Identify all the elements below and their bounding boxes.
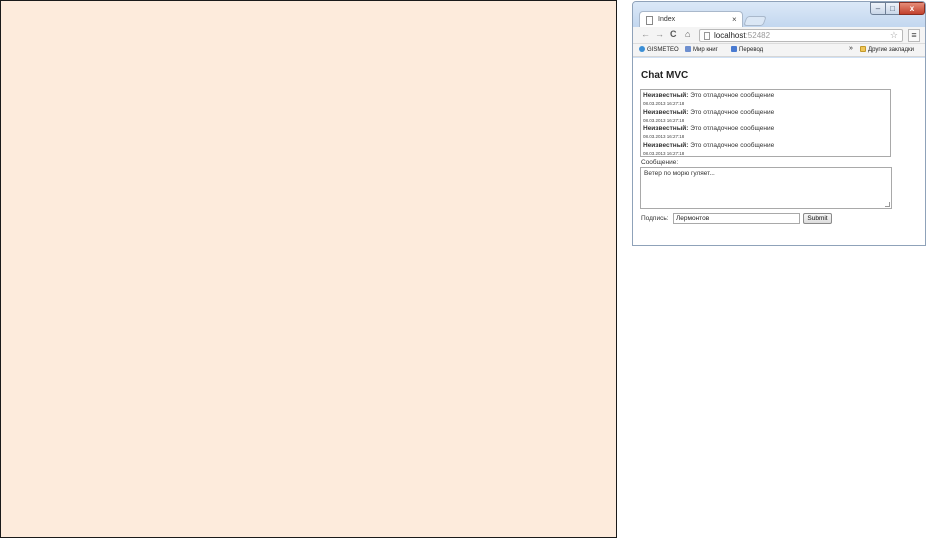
url-port: :52482 <box>745 31 771 40</box>
folder-icon <box>860 46 866 52</box>
address-bar[interactable]: localhost:52482 ☆ <box>699 29 903 42</box>
message-timestamp: 08.03.2013 16:27:18 <box>643 150 685 156</box>
books-icon <box>685 46 691 52</box>
bookmark-label: Другие закладки <box>868 47 914 53</box>
message-text: Это отладочное сообщение <box>690 125 775 132</box>
bookmark-label: Мир книг <box>693 47 718 53</box>
browser-titlebar: Index × – □ x <box>633 2 925 28</box>
bookmark-translate[interactable]: Перевод <box>731 46 763 53</box>
bookmark-gismeteo[interactable]: GISMETEO <box>639 46 679 53</box>
list-item: Неизвестный: Это отладочное сообщение 08… <box>643 108 888 125</box>
close-window-button[interactable]: x <box>899 2 925 15</box>
message-list[interactable]: Неизвестный: Это отладочное сообщение 08… <box>640 89 891 157</box>
list-item: Неизвестный: Это отладочное сообщение 08… <box>643 124 888 141</box>
tab-close-icon[interactable]: × <box>732 15 737 24</box>
translate-icon <box>731 46 737 52</box>
browser-menu-icon[interactable]: ≡ <box>908 29 920 42</box>
message-timestamp: 08.03.2013 16:27:18 <box>643 117 685 123</box>
forward-arrow-icon[interactable]: → <box>655 29 664 39</box>
message-author: Неизвестный: <box>643 141 689 149</box>
message-text: Это отладочное сообщение <box>690 141 775 149</box>
new-tab-button[interactable] <box>743 16 767 26</box>
tab-title: Index <box>658 16 676 23</box>
list-item: Неизвестный: Это отладочное сообщение 08… <box>643 91 888 108</box>
submit-button[interactable]: Submit <box>803 213 832 224</box>
other-bookmarks-folder[interactable]: Другие закладки <box>860 46 914 53</box>
resize-grip-icon[interactable] <box>885 202 890 207</box>
bookmarks-bar: GISMETEO Мир книг Перевод » Другие закла… <box>633 44 925 57</box>
gismeteo-icon <box>639 46 645 52</box>
bookmark-star-icon[interactable]: ☆ <box>890 30 898 41</box>
bookmark-label: GISMETEO <box>647 47 679 53</box>
back-arrow-icon[interactable]: ← <box>641 29 650 39</box>
message-author: Неизвестный: <box>643 108 689 116</box>
message-field-label: Сообщение: <box>641 159 679 166</box>
list-item: Неизвестный: Это отладочное сообщение 08… <box>643 141 888 157</box>
reload-icon[interactable]: C <box>670 29 677 39</box>
message-text: Это отладочное сообщение <box>690 92 775 99</box>
message-text: Это отладочное сообщение <box>690 108 775 116</box>
bookmark-books[interactable]: Мир книг <box>685 46 718 53</box>
page-icon <box>646 16 653 25</box>
message-author: Неизвестный: <box>643 92 689 99</box>
browser-window: Index × – □ x ← → C ⌂ localhost:52482 ☆ … <box>632 1 926 246</box>
tab-index[interactable]: Index × <box>639 11 743 28</box>
page-content: Chat MVC Неизвестный: Это отладочное соо… <box>633 58 925 245</box>
signature-field-label: Подпись: <box>641 215 669 222</box>
url-host: localhost <box>714 31 746 40</box>
minimize-button[interactable]: – <box>870 2 886 15</box>
message-timestamp: 08.03.2013 16:27:18 <box>643 101 685 106</box>
maximize-button[interactable]: □ <box>885 2 900 15</box>
browser-toolbar: ← → C ⌂ localhost:52482 ☆ ≡ <box>633 27 925 44</box>
message-textarea[interactable]: Ветер по морю гуляет... <box>640 167 892 209</box>
message-author: Неизвестный: <box>643 125 689 132</box>
page-icon <box>704 32 710 40</box>
blank-canvas-panel <box>0 0 617 538</box>
bookmark-label: Перевод <box>739 47 764 53</box>
screenshot-stage: Index × – □ x ← → C ⌂ localhost:52482 ☆ … <box>0 0 926 538</box>
home-icon[interactable]: ⌂ <box>685 29 690 39</box>
page-title: Chat MVC <box>641 70 689 81</box>
more-bookmarks-chevron-icon[interactable]: » <box>849 45 853 52</box>
message-timestamp: 08.03.2013 16:27:18 <box>643 134 685 139</box>
message-value: Ветер по морю гуляет... <box>644 170 715 177</box>
signature-input[interactable]: Лермонтов <box>673 213 800 224</box>
